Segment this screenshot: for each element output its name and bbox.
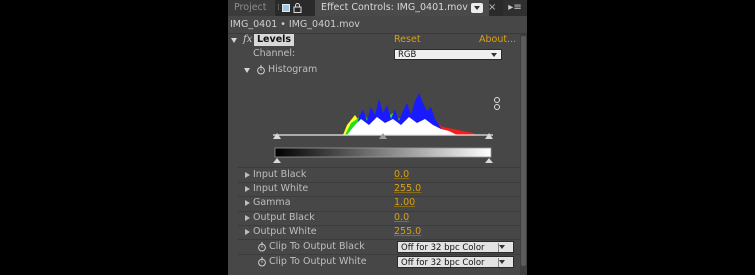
output-gradient <box>274 147 492 158</box>
tab-effect-controls[interactable]: Effect Controls: IMG_0401.mov <box>314 0 489 16</box>
twirl-right-icon[interactable] <box>245 200 250 206</box>
panel-tab-bar: Project ⁞ Effect Controls: IMG_0401.mov … <box>228 0 527 16</box>
effect-controls-panel: Project ⁞ Effect Controls: IMG_0401.mov … <box>228 0 527 275</box>
prop-output-white-value[interactable]: 255.0 <box>394 226 421 238</box>
twirl-right-icon[interactable] <box>245 229 250 235</box>
prop-output-black-value[interactable]: 0.0 <box>394 212 409 224</box>
prop-input-white-value[interactable]: 255.0 <box>394 183 421 195</box>
output-black-slider[interactable] <box>273 158 281 163</box>
input-black-slider[interactable] <box>273 133 281 139</box>
input-white-slider[interactable] <box>485 133 493 139</box>
stopwatch-icon[interactable] <box>256 65 266 75</box>
levels-histogram[interactable] <box>273 85 493 165</box>
histogram-label: Histogram <box>268 64 318 75</box>
divider <box>238 254 527 255</box>
twirl-right-icon[interactable] <box>245 215 250 221</box>
effect-row-levels: fx Levels Reset About... <box>228 34 527 47</box>
prop-gamma-value[interactable]: 1.00 <box>394 197 415 209</box>
tab-grip-icon: ⁞ <box>277 3 280 13</box>
clip-white-label: Clip To Output White <box>269 256 367 267</box>
divider <box>498 243 499 252</box>
channel-value: RGB <box>398 50 417 60</box>
histogram-mode-dot[interactable] <box>494 97 500 103</box>
histogram-graph <box>343 93 478 135</box>
close-icon[interactable]: × <box>488 0 496 16</box>
chevron-down-icon[interactable] <box>471 3 483 13</box>
divider <box>238 239 527 240</box>
clip-black-value: Off for 32 bpc Color <box>401 243 485 253</box>
clip-white-value: Off for 32 bpc Color <box>401 258 485 268</box>
prop-output-white-label: Output White <box>253 226 317 237</box>
twirl-down-icon[interactable] <box>244 68 250 73</box>
twirl-right-icon[interactable] <box>245 172 250 178</box>
effect-name[interactable]: Levels <box>254 34 295 46</box>
about-link[interactable]: About... <box>479 34 516 46</box>
panel-menu-icon[interactable]: ▸≡ <box>503 0 527 16</box>
prop-input-black-label: Input Black <box>253 169 307 180</box>
clip-title: IMG_0401 • IMG_0401.mov <box>230 19 360 30</box>
clip-black-label: Clip To Output Black <box>269 241 365 252</box>
divider <box>498 258 499 267</box>
output-white-slider[interactable] <box>485 158 493 163</box>
channel-label: Channel: <box>253 48 296 59</box>
clip-white-dropdown[interactable]: Off for 32 bpc Color <box>397 256 514 268</box>
reset-link[interactable]: Reset <box>394 34 421 46</box>
histogram-mode-dot[interactable] <box>494 104 500 110</box>
scroll-thumb[interactable] <box>521 36 526 266</box>
twirl-down-icon[interactable] <box>231 38 237 43</box>
prop-output-black-label: Output Black <box>253 212 315 223</box>
tab-project[interactable]: Project <box>228 0 275 16</box>
prop-input-white-label: Input White <box>253 183 309 194</box>
prop-gamma-label: Gamma <box>253 197 291 208</box>
channel-dropdown[interactable]: RGB <box>394 49 502 60</box>
color-swatch-icon[interactable] <box>282 4 290 12</box>
stopwatch-icon[interactable] <box>257 257 267 267</box>
clip-black-dropdown[interactable]: Off for 32 bpc Color <box>397 241 514 253</box>
twirl-right-icon[interactable] <box>245 186 250 192</box>
fx-toggle[interactable]: fx <box>243 34 252 46</box>
stopwatch-icon[interactable] <box>257 242 267 252</box>
divider <box>238 167 527 168</box>
lock-icon[interactable] <box>293 3 302 13</box>
prop-input-black-value[interactable]: 0.0 <box>394 169 409 181</box>
vertical-scrollbar[interactable] <box>520 34 527 275</box>
